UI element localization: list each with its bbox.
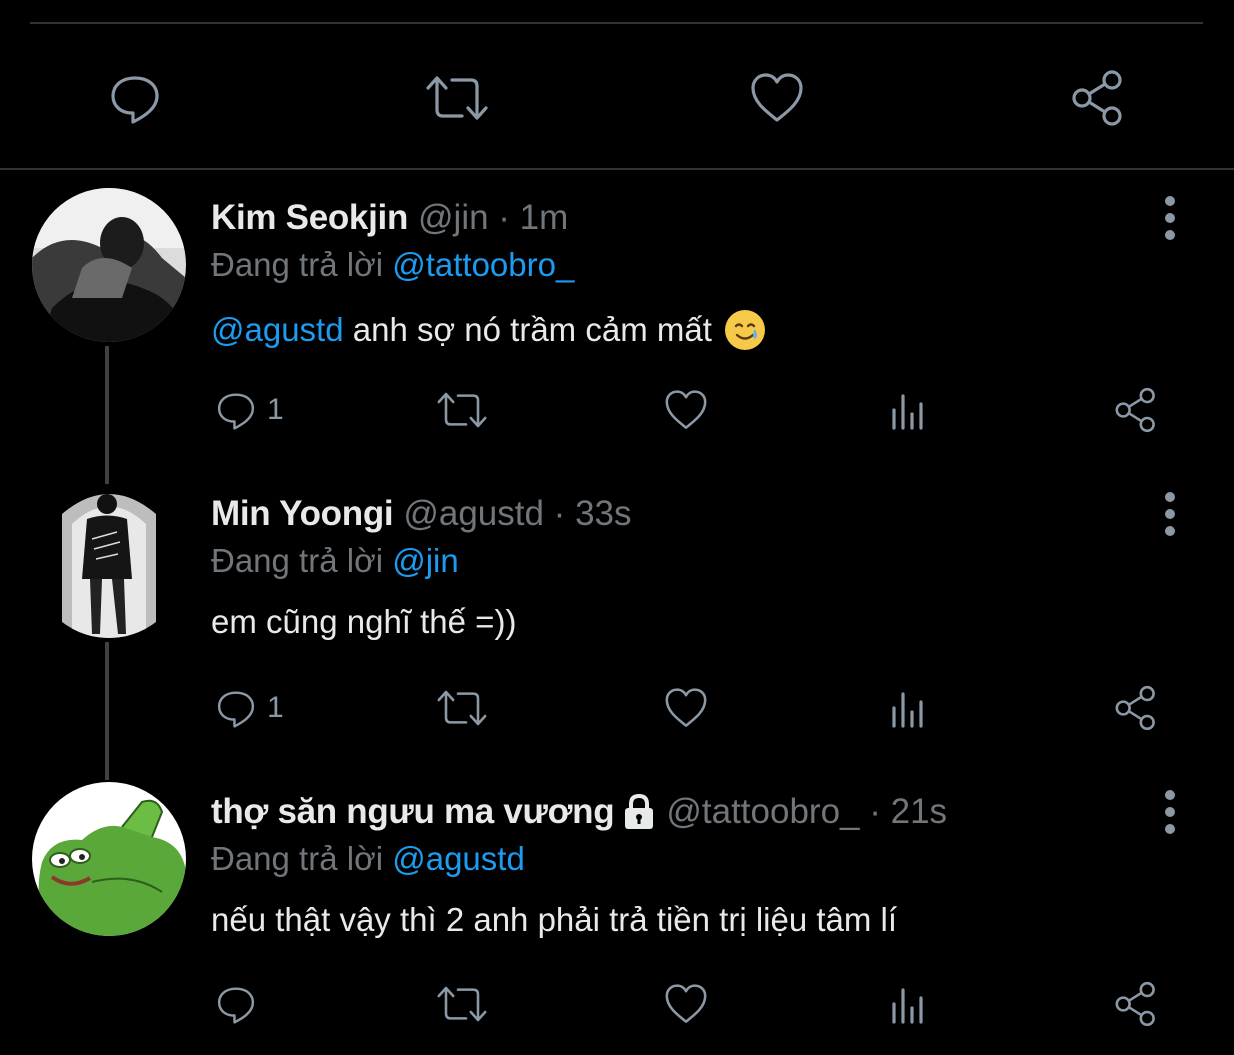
tweet-text: @agustd anh sợ nó trầm cảm mất (211, 309, 766, 351)
replying-label: Đang trả lời (211, 542, 393, 579)
like-button[interactable] (662, 380, 710, 440)
heart-icon (665, 390, 707, 429)
share-icon (1115, 685, 1155, 731)
avatar-photo (32, 484, 186, 638)
heart-icon (751, 73, 803, 122)
replying-mention[interactable]: @tattoobro_ (392, 246, 574, 283)
like-button[interactable] (662, 974, 710, 1034)
body-text: em cũng nghĩ thế =)) (211, 603, 517, 640)
heart-icon (665, 984, 707, 1023)
share-icon (1115, 387, 1155, 433)
retweet-icon (437, 392, 487, 428)
retweet-button[interactable] (417, 60, 497, 136)
analytics-button[interactable] (888, 974, 932, 1034)
protected-lock-icon (625, 793, 654, 829)
retweet-button[interactable] (434, 974, 490, 1034)
analytics-icon (892, 988, 923, 1024)
avatar[interactable] (32, 484, 186, 638)
body-text: anh sợ nó trầm cảm mất (343, 311, 712, 348)
reply-icon (217, 691, 255, 728)
reply-button[interactable] (95, 60, 175, 136)
retweet-icon (426, 76, 488, 120)
replying-mention[interactable]: @agustd (392, 840, 525, 877)
display-name[interactable]: Min Yoongi (211, 494, 394, 534)
analytics-button[interactable] (888, 380, 932, 440)
handle-time: @tattoobro_ · 21s (666, 792, 948, 831)
reply-count: 1 (267, 691, 284, 724)
like-button[interactable] (662, 678, 710, 738)
retweet-icon (437, 690, 487, 726)
main-tweet-actions (0, 60, 1234, 136)
reply-button[interactable] (213, 974, 259, 1034)
more-options-button[interactable] (1152, 196, 1188, 240)
smiling-face-with-tear-icon (724, 310, 765, 350)
share-button[interactable] (1112, 974, 1160, 1034)
top-divider (30, 22, 1203, 24)
tweet-header: thợ săn ngưu ma vương @tattoobro_ · 21s (211, 790, 947, 834)
share-icon (1072, 70, 1122, 126)
tweet-text: nếu thật vậy thì 2 anh phải trả tiền trị… (211, 901, 897, 939)
tweet-header: Kim Seokjin @jin · 1m (211, 196, 568, 240)
reply-count: 1 (267, 393, 284, 426)
more-options-button[interactable] (1152, 790, 1188, 834)
display-name[interactable]: Kim Seokjin (211, 198, 408, 238)
body-mention[interactable]: @agustd (211, 311, 344, 349)
retweet-button[interactable] (434, 380, 490, 440)
analytics-icon (892, 394, 923, 430)
avatar-photo (32, 188, 186, 342)
tweet-actions: 1 (0, 380, 1234, 440)
analytics-icon (892, 692, 923, 728)
avatar-photo (32, 782, 186, 936)
tweet-text: em cũng nghĩ thế =)) (211, 603, 516, 641)
display-name[interactable]: thợ săn ngưu ma vương (211, 792, 615, 832)
retweet-button[interactable] (434, 678, 490, 738)
replying-to: Đang trả lời @jin (211, 542, 459, 580)
section-divider (0, 168, 1234, 170)
tweet-actions (0, 974, 1234, 1034)
reply-icon (217, 987, 255, 1024)
retweet-icon (437, 986, 487, 1022)
like-button[interactable] (737, 60, 817, 136)
tweet-actions: 1 (0, 678, 1234, 738)
reply-icon (111, 76, 159, 124)
analytics-button[interactable] (888, 678, 932, 738)
share-button[interactable] (1058, 60, 1138, 136)
share-button[interactable] (1112, 678, 1160, 738)
replying-to: Đang trả lời @tattoobro_ (211, 246, 574, 284)
avatar[interactable] (32, 782, 186, 936)
replying-label: Đang trả lời (211, 840, 393, 877)
reply-button[interactable]: 1 (213, 678, 284, 738)
body-text: nếu thật vậy thì 2 anh phải trả tiền trị… (211, 901, 898, 938)
reply-button[interactable]: 1 (213, 380, 284, 440)
share-icon (1115, 981, 1155, 1027)
avatar[interactable] (32, 188, 186, 342)
replying-label: Đang trả lời (211, 246, 393, 283)
replying-to: Đang trả lời @agustd (211, 840, 525, 878)
heart-icon (665, 688, 707, 727)
handle-time: @jin · 1m (418, 198, 569, 237)
handle-time: @agustd · 33s (403, 494, 632, 533)
replying-mention[interactable]: @jin (392, 542, 459, 579)
reply-icon (217, 393, 255, 430)
more-options-button[interactable] (1152, 492, 1188, 536)
share-button[interactable] (1112, 380, 1160, 440)
tweet-header: Min Yoongi @agustd · 33s (211, 492, 632, 536)
